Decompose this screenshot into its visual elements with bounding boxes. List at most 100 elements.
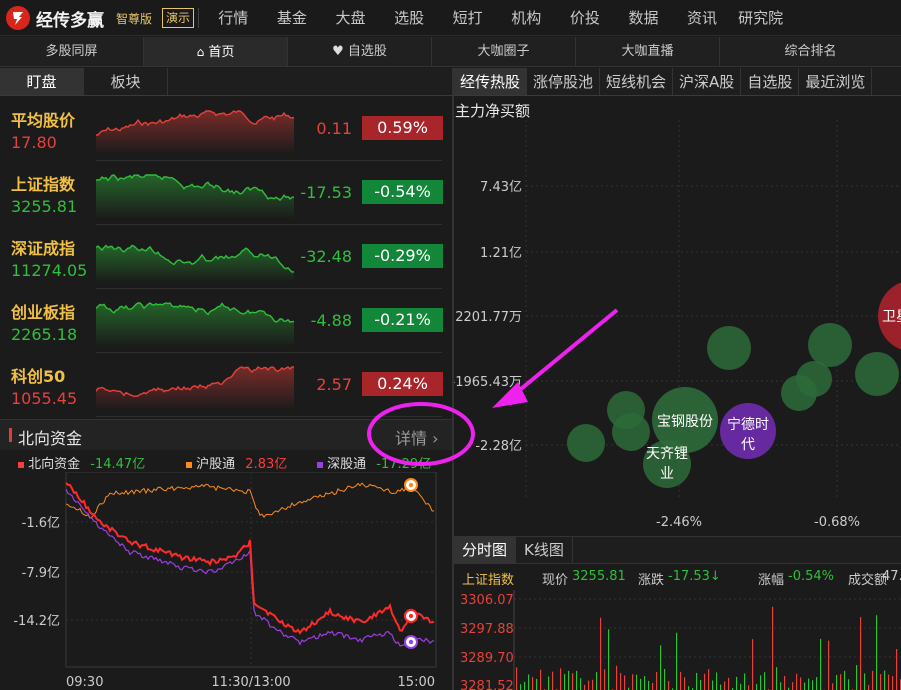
index-value: 3255.81 xyxy=(11,197,78,216)
volume-bar xyxy=(812,680,814,690)
bubble-label: 宁德时 xyxy=(727,416,769,433)
bubble[interactable] xyxy=(781,375,817,411)
subnav-ranking[interactable]: 综合排名 xyxy=(720,37,901,66)
y-tick: 3281.52 xyxy=(460,679,514,690)
subnav-label: 首页 xyxy=(208,45,235,60)
volume-bar xyxy=(668,681,670,690)
tab-limit-up[interactable]: 涨停股池 xyxy=(527,68,601,95)
top-bar: 经传多赢 智尊版 演示 行情 基金 大盘 选股 短打 机构 价投 数据 资讯 研… xyxy=(0,0,901,36)
tab-hot-stocks[interactable]: 经传热股 xyxy=(454,68,528,95)
volume-bar xyxy=(764,672,766,690)
bubble[interactable] xyxy=(567,424,605,462)
index-name: 深证成指 xyxy=(11,239,76,258)
legend-item-sh: 沪股通 2.83亿 xyxy=(186,453,287,472)
volume-bar xyxy=(892,676,894,690)
subnav-label: 自选股 xyxy=(347,44,387,59)
volume-bar xyxy=(796,673,798,690)
top-nav: 行情 基金 大盘 选股 短打 机构 价投 数据 资讯 研究院 xyxy=(204,0,790,36)
detail-link[interactable]: 详情 › xyxy=(395,425,439,449)
index-value: 1055.45 xyxy=(11,389,78,408)
sparkline xyxy=(96,174,295,217)
subnav-expert-live[interactable]: 大咖直播 xyxy=(576,37,720,66)
volume-bar xyxy=(648,680,650,690)
legend-item-sz: 深股通 -17.29亿 xyxy=(317,453,431,472)
volume-bar xyxy=(568,670,570,690)
volume-bar xyxy=(836,674,838,690)
volume-bar xyxy=(676,632,678,690)
subnav-multi-stock[interactable]: 多股同屏 xyxy=(0,37,144,66)
bubble[interactable] xyxy=(707,326,751,370)
legend-label: 深股通 xyxy=(327,457,367,472)
index-change: 2.57 xyxy=(316,375,352,394)
tab-sector[interactable]: 板块 xyxy=(84,68,168,95)
volume-bar xyxy=(872,670,874,690)
tab-kline[interactable]: K线图 xyxy=(516,537,573,563)
volume-bar xyxy=(520,684,522,690)
subnav-watchlist[interactable]: ♥ 自选股 xyxy=(288,37,432,66)
tab-a-shares[interactable]: 沪深A股 xyxy=(673,68,742,95)
index-row[interactable]: 创业板指 2265.18 -4.88 -0.21% xyxy=(0,289,452,353)
panel-header: 北向资金 详情 › xyxy=(0,420,452,450)
volume-bar xyxy=(652,682,654,690)
volume-bar xyxy=(740,683,742,690)
x-tick: 15:00 xyxy=(398,675,435,690)
volume-bar xyxy=(708,669,710,690)
volume-bar xyxy=(576,670,578,690)
y-tick: 3297.88 xyxy=(460,622,514,637)
volume-bar xyxy=(816,677,818,690)
topnav-duanda[interactable]: 短打 xyxy=(438,0,497,36)
title-marker xyxy=(9,428,12,442)
topnav-yanjiuyuan[interactable]: 研究院 xyxy=(731,0,790,36)
subnav-label: 综合排名 xyxy=(784,44,837,59)
volume-bars xyxy=(516,606,901,690)
tab-recent[interactable]: 最近浏览 xyxy=(799,68,873,95)
topnav-shuju[interactable]: 数据 xyxy=(614,0,673,36)
index-pct-badge: -0.54% xyxy=(362,180,443,204)
index-change: -32.48 xyxy=(300,247,352,266)
subnav-home[interactable]: ⌂ 首页 xyxy=(144,37,288,66)
index-row[interactable]: 科创50 1055.45 2.57 0.24% xyxy=(0,353,452,417)
tab-intraday[interactable]: 分时图 xyxy=(454,537,517,563)
edition-label: 智尊版 xyxy=(116,12,153,26)
sparkline-area xyxy=(96,367,294,409)
volume-bar xyxy=(748,685,750,690)
bubble[interactable] xyxy=(612,413,650,451)
bubble[interactable] xyxy=(808,323,852,367)
index-change: -17.53 xyxy=(300,183,352,202)
topnav-jigou[interactable]: 机构 xyxy=(497,0,556,36)
demo-badge: 演示 xyxy=(162,8,195,28)
bubble[interactable] xyxy=(855,352,899,396)
tab-short-term[interactable]: 短线机会 xyxy=(600,68,674,95)
index-row[interactable]: 深证成指 11274.05 -32.48 -0.29% xyxy=(0,225,452,289)
index-row[interactable]: 上证指数 3255.81 -17.53 -0.54% xyxy=(0,161,452,225)
y-tick: -2.28亿 xyxy=(475,439,522,454)
index-pct-badge: 0.24% xyxy=(362,372,443,396)
index-row[interactable]: 平均股价 17.80 0.11 0.59% xyxy=(0,97,452,161)
y-tick: -14.2亿 xyxy=(13,614,60,629)
topnav-jijin[interactable]: 基金 xyxy=(263,0,322,36)
topnav-xuangu[interactable]: 选股 xyxy=(380,0,439,36)
volume-bar xyxy=(664,668,666,690)
chart-tabs: 分时图 K线图 xyxy=(454,536,901,564)
sparkline xyxy=(96,366,294,409)
tab-watch[interactable]: 盯盘 xyxy=(0,68,84,95)
bubble-label: 宝钢股份 xyxy=(657,414,713,430)
tab-watchlist[interactable]: 自选股 xyxy=(741,68,800,95)
y-tick: 7.43亿 xyxy=(480,180,522,195)
legend-value: 2.83亿 xyxy=(245,457,288,472)
volume-bar xyxy=(760,675,762,690)
topnav-jiatou[interactable]: 价投 xyxy=(556,0,615,36)
index-name: 平均股价 xyxy=(11,111,76,130)
volume-bar xyxy=(712,680,714,690)
subnav-expert-circle[interactable]: 大咖圈子 xyxy=(432,37,576,66)
right-tabs: 经传热股 涨停股池 短线机会 沪深A股 自选股 最近浏览 xyxy=(454,68,901,96)
topnav-zixun[interactable]: 资讯 xyxy=(673,0,732,36)
index-change: -4.88 xyxy=(310,311,352,330)
topnav-hangqing[interactable]: 行情 xyxy=(204,0,263,36)
index-value: 17.80 xyxy=(11,133,57,152)
volume-bar xyxy=(844,670,846,690)
volume-bar xyxy=(616,665,618,690)
bubble-label: 业 xyxy=(660,466,674,482)
topnav-dapan[interactable]: 大盘 xyxy=(321,0,380,36)
volume-bar xyxy=(688,686,690,690)
